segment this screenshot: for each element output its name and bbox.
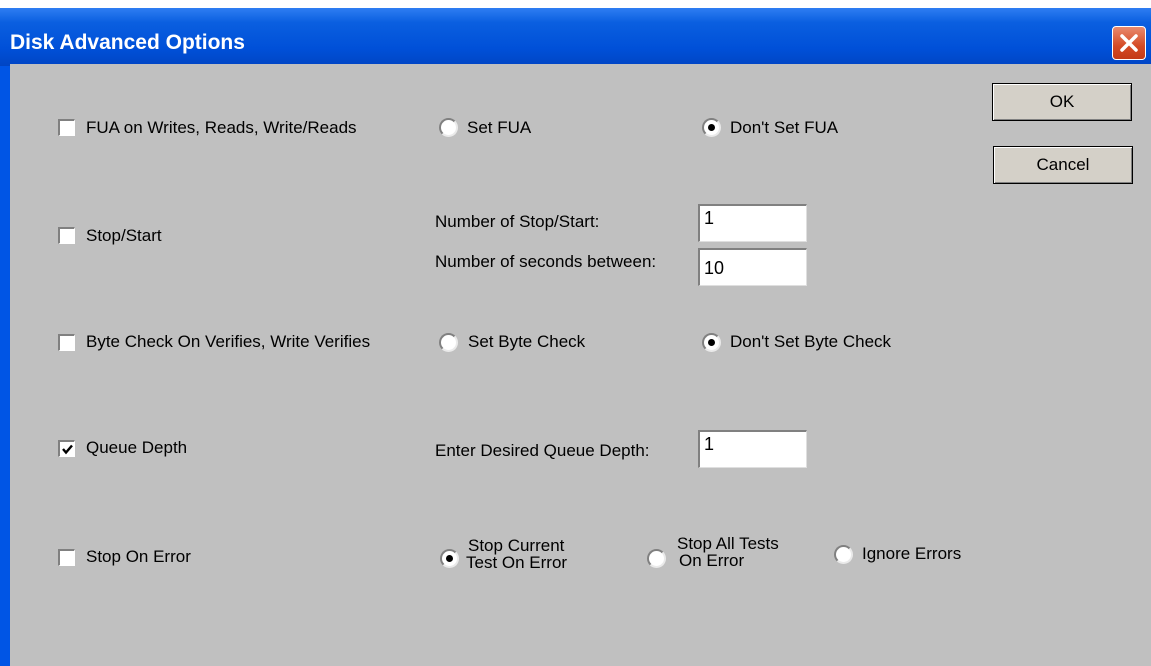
dont-set-byte-check-radio[interactable] bbox=[702, 333, 721, 352]
dont-set-fua-radio[interactable] bbox=[702, 118, 721, 137]
stop-on-error-label: Stop On Error bbox=[86, 547, 191, 566]
stop-current-test-radio[interactable] bbox=[440, 549, 459, 568]
fua-label: FUA on Writes, Reads, Write/Reads bbox=[86, 118, 357, 137]
dialog-window: Disk Advanced Options OK Cancel FUA on W… bbox=[0, 0, 1151, 666]
ignore-errors-label: Ignore Errors bbox=[862, 544, 962, 563]
queue-depth-label: Queue Depth bbox=[86, 438, 188, 457]
byte-check-checkbox[interactable] bbox=[58, 334, 75, 351]
window-title: Disk Advanced Options bbox=[10, 31, 245, 54]
queue-depth-prompt: Enter Desired Queue Depth: bbox=[435, 441, 650, 460]
fua-checkbox[interactable] bbox=[58, 119, 75, 136]
dialog-body: OK Cancel FUA on Writes, Reads, Write/Re… bbox=[10, 64, 1151, 666]
byte-check-label: Byte Check On Verifies, Write Verifies bbox=[86, 332, 371, 351]
set-byte-check-label: Set Byte Check bbox=[468, 332, 586, 351]
stop-start-count-input[interactable]: 1 bbox=[698, 204, 807, 242]
radio-selected-dot bbox=[708, 124, 715, 131]
seconds-between-input[interactable]: 10 bbox=[698, 248, 807, 286]
seconds-between-label: Number of seconds between: bbox=[435, 252, 657, 271]
queue-depth-checkbox[interactable] bbox=[58, 440, 75, 457]
set-byte-check-radio[interactable] bbox=[439, 333, 458, 352]
stop-all-tests-label: Stop All Tests On Error bbox=[677, 534, 779, 570]
dont-set-fua-label: Don't Set FUA bbox=[730, 118, 839, 137]
stop-on-error-checkbox[interactable] bbox=[58, 549, 75, 566]
close-icon bbox=[1120, 34, 1138, 52]
ok-button[interactable]: OK bbox=[992, 83, 1132, 121]
background-strip bbox=[0, 0, 1151, 8]
queue-depth-input[interactable]: 1 bbox=[698, 430, 807, 468]
title-bar[interactable]: Disk Advanced Options bbox=[0, 8, 1151, 66]
stop-all-tests-radio[interactable] bbox=[647, 549, 666, 568]
dont-set-byte-check-label: Don't Set Byte Check bbox=[730, 332, 892, 351]
set-fua-radio[interactable] bbox=[439, 118, 458, 137]
stop-start-label: Stop/Start bbox=[86, 226, 162, 245]
close-button[interactable] bbox=[1112, 26, 1146, 60]
stop-current-test-label: Stop Current Test On Error bbox=[466, 536, 568, 572]
radio-selected-dot bbox=[446, 555, 453, 562]
radio-selected-dot bbox=[708, 339, 715, 346]
checkmark-icon bbox=[62, 444, 73, 455]
set-fua-label: Set FUA bbox=[467, 118, 532, 137]
cancel-button[interactable]: Cancel bbox=[993, 146, 1133, 184]
stop-start-count-label: Number of Stop/Start: bbox=[435, 212, 600, 231]
stop-start-checkbox[interactable] bbox=[58, 227, 75, 244]
ignore-errors-radio[interactable] bbox=[834, 545, 853, 564]
